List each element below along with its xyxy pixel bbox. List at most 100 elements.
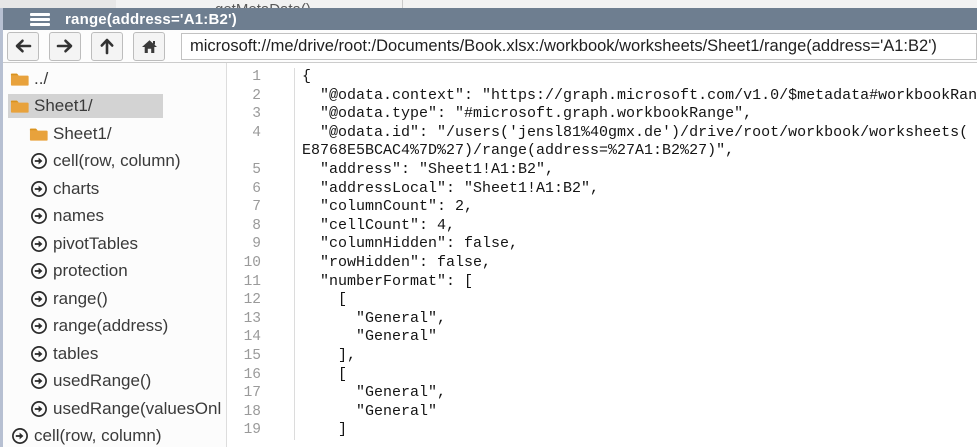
sidebar-item-label: ../ bbox=[34, 69, 48, 89]
up-button[interactable] bbox=[91, 32, 123, 61]
sidebar-item-label: Sheet1/ bbox=[53, 124, 112, 144]
code-line: "columnCount": 2, bbox=[295, 198, 977, 217]
function-arrow-icon bbox=[29, 235, 48, 253]
code-row: 3 "@odata.type": "#microsoft.graph.workb… bbox=[227, 105, 977, 124]
sidebar-tree: ../ bbox=[3, 63, 227, 447]
function-arrow-icon bbox=[29, 372, 48, 390]
sidebar-item[interactable]: ../ bbox=[3, 65, 226, 93]
code-line: "rowHidden": false, bbox=[295, 254, 977, 273]
right-arrow-icon bbox=[56, 38, 74, 54]
sidebar-item[interactable]: range(address) bbox=[3, 313, 226, 341]
code-line: "General", bbox=[295, 310, 977, 329]
up-arrow-icon bbox=[99, 37, 115, 55]
sidebar-item[interactable]: range() bbox=[3, 285, 226, 313]
code-row: 14 "General" bbox=[227, 328, 977, 347]
sidebar-item-label: Sheet1/ bbox=[34, 96, 93, 116]
function-arrow-icon bbox=[29, 262, 48, 280]
function-arrow-icon bbox=[29, 345, 48, 363]
sidebar-item-label: range() bbox=[53, 289, 108, 309]
house-icon bbox=[141, 39, 158, 54]
function-arrow-icon bbox=[29, 290, 48, 308]
sidebar-item[interactable]: pivotTables bbox=[3, 230, 226, 258]
code-line: { bbox=[295, 68, 977, 87]
left-arrow-icon bbox=[14, 38, 32, 54]
content-area: ../ bbox=[3, 63, 977, 447]
folder-icon bbox=[29, 125, 48, 143]
sidebar-item-label: protection bbox=[53, 261, 128, 281]
code-line: "@odata.id": "/users('jensl81%40gmx.de')… bbox=[295, 124, 977, 143]
window-title: range(address='A1:B2') bbox=[65, 11, 237, 28]
code-row: E8768E5BCAC4%7D%27)/range(address=%27A1:… bbox=[227, 142, 977, 161]
line-number: 12 bbox=[227, 291, 295, 310]
line-number: 17 bbox=[227, 384, 295, 403]
line-number: 7 bbox=[227, 198, 295, 217]
background-divider bbox=[402, 0, 403, 8]
code-line: "General" bbox=[295, 328, 977, 347]
code-line: ] bbox=[295, 421, 977, 440]
function-arrow-icon bbox=[29, 400, 48, 418]
hamburger-menu-icon[interactable] bbox=[30, 13, 50, 26]
navigation-toolbar bbox=[3, 30, 977, 63]
sidebar-item-label: pivotTables bbox=[53, 234, 138, 254]
code-row: 4 "@odata.id": "/users('jensl81%40gmx.de… bbox=[227, 124, 977, 143]
sidebar-item-label: range(address) bbox=[53, 316, 168, 336]
function-arrow-icon bbox=[29, 207, 48, 225]
sidebar-item-label: usedRange(valuesOnl bbox=[53, 399, 221, 419]
back-button[interactable] bbox=[7, 32, 39, 61]
sidebar-item[interactable]: protection bbox=[3, 258, 226, 286]
sidebar-item[interactable]: names bbox=[3, 203, 226, 231]
background-window-edge bbox=[0, 0, 116, 8]
code-row: 17 "General", bbox=[227, 384, 977, 403]
background-window-strip: getMetaData() bbox=[0, 0, 977, 8]
function-arrow-icon bbox=[29, 152, 48, 170]
sidebar-item-label: cell(row, column) bbox=[53, 151, 181, 171]
forward-button[interactable] bbox=[49, 32, 81, 61]
line-number: 8 bbox=[227, 217, 295, 236]
sidebar-item[interactable]: cell(row, column) bbox=[3, 423, 226, 447]
line-number: 3 bbox=[227, 105, 295, 124]
explorer-window: range(address='A1:B2') bbox=[3, 8, 977, 447]
json-viewer: 1 { 2 "@odata.context": "https://graph.m… bbox=[227, 63, 977, 447]
sidebar-item[interactable]: usedRange(valuesOnl bbox=[3, 395, 226, 423]
sidebar-item[interactable]: Sheet1/ bbox=[3, 120, 226, 148]
code-line: "@odata.context": "https://graph.microso… bbox=[295, 87, 977, 106]
sidebar-item[interactable]: tables bbox=[3, 340, 226, 368]
code-line: "General", bbox=[295, 384, 977, 403]
line-number: 6 bbox=[227, 180, 295, 199]
sidebar-item-label: names bbox=[53, 206, 104, 226]
code-row: 6 "addressLocal": "Sheet1!A1:B2", bbox=[227, 180, 977, 199]
line-number: 5 bbox=[227, 161, 295, 180]
folder-icon bbox=[10, 70, 29, 88]
background-tab-peek: getMetaData() bbox=[215, 1, 311, 8]
sidebar-item[interactable]: usedRange() bbox=[3, 368, 226, 396]
line-number: 13 bbox=[227, 310, 295, 329]
code-line: "addressLocal": "Sheet1!A1:B2", bbox=[295, 180, 977, 199]
code-row: 16 [ bbox=[227, 366, 977, 385]
sidebar-item[interactable]: charts bbox=[3, 175, 226, 203]
code-row: 7 "columnCount": 2, bbox=[227, 198, 977, 217]
code-line: [ bbox=[295, 366, 977, 385]
line-number: 14 bbox=[227, 328, 295, 347]
line-number: 18 bbox=[227, 403, 295, 422]
code-row: 2 "@odata.context": "https://graph.micro… bbox=[227, 87, 977, 106]
code-line: "cellCount": 4, bbox=[295, 217, 977, 236]
line-number: 9 bbox=[227, 235, 295, 254]
line-number bbox=[227, 142, 295, 161]
code-row: 12 [ bbox=[227, 291, 977, 310]
sidebar-item-label: tables bbox=[53, 344, 98, 364]
code-row: 1 { bbox=[227, 68, 977, 87]
function-arrow-icon bbox=[29, 317, 48, 335]
sidebar-item[interactable]: cell(row, column) bbox=[3, 148, 226, 176]
line-number: 1 bbox=[227, 68, 295, 87]
address-bar-input[interactable] bbox=[181, 33, 977, 60]
line-number: 16 bbox=[227, 366, 295, 385]
sidebar-item[interactable]: Sheet1/ bbox=[3, 93, 226, 121]
home-button[interactable] bbox=[133, 32, 165, 61]
sidebar-item-label: usedRange() bbox=[53, 371, 151, 391]
sidebar-item-label: charts bbox=[53, 179, 99, 199]
code-line: ], bbox=[295, 347, 977, 366]
code-row: 11 "numberFormat": [ bbox=[227, 273, 977, 292]
code-row: 18 "General" bbox=[227, 403, 977, 422]
line-number: 19 bbox=[227, 421, 295, 440]
window-titlebar: range(address='A1:B2') bbox=[3, 8, 977, 30]
